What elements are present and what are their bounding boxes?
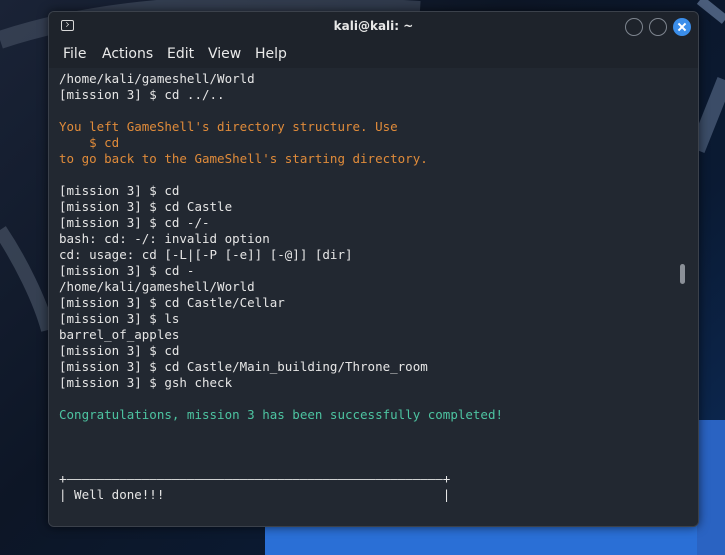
terminal-line: [mission 3] $ ls xyxy=(59,311,180,326)
menu-help[interactable]: Help xyxy=(255,46,287,62)
terminal-line: You left GameShell's directory structure… xyxy=(59,119,398,134)
terminal-window: kali@kali: ~ File Actions Edit View Help… xyxy=(48,11,699,527)
terminal-output: /home/kali/gameshell/World [mission 3] $ … xyxy=(59,71,674,503)
terminal-line: [mission 3] $ gsh check xyxy=(59,375,233,390)
window-title: kali@kali: ~ xyxy=(333,19,414,33)
menu-view[interactable]: View xyxy=(208,46,241,62)
terminal-line: +———————————————————————————————————————… xyxy=(59,471,451,486)
close-button[interactable] xyxy=(673,18,691,36)
menu-file[interactable]: File xyxy=(63,46,86,62)
terminal-line: Congratulations, mission 3 has been succ… xyxy=(59,407,504,422)
terminal-line: [mission 3] $ cd Castle/Cellar xyxy=(59,295,285,310)
terminal-line: [mission 3] $ cd Castle/Main_building/Th… xyxy=(59,359,428,374)
terminal-line: [mission 3] $ cd - xyxy=(59,263,195,278)
terminal-line: [mission 3] $ cd Castle xyxy=(59,199,233,214)
menu-bar: File Actions Edit View Help xyxy=(49,42,698,68)
terminal-line: to go back to the GameShell's starting d… xyxy=(59,151,428,166)
terminal-line: [mission 3] $ cd xyxy=(59,343,180,358)
terminal-output-area[interactable]: /home/kali/gameshell/World [mission 3] $ … xyxy=(49,68,698,526)
menu-edit[interactable]: Edit xyxy=(167,46,194,62)
terminal-line: /home/kali/gameshell/World xyxy=(59,279,255,294)
terminal-line: | Well done!!! | xyxy=(59,487,451,502)
terminal-line: cd: usage: cd [-L|[-P [-e]] [-@]] [dir] xyxy=(59,247,353,262)
terminal-line: [mission 3] $ cd xyxy=(59,183,180,198)
terminal-line: [mission 3] $ cd -/- xyxy=(59,215,210,230)
terminal-line: [mission 3] $ cd ../.. xyxy=(59,87,225,102)
menu-actions[interactable]: Actions xyxy=(102,46,153,62)
terminal-line: barrel_of_apples xyxy=(59,327,180,342)
terminal-line: $ cd xyxy=(59,135,120,150)
scrollbar-thumb[interactable] xyxy=(680,264,685,284)
minimize-button[interactable] xyxy=(625,18,643,36)
terminal-line: bash: cd: -/: invalid option xyxy=(59,231,270,246)
title-bar[interactable]: kali@kali: ~ xyxy=(49,12,698,42)
maximize-button[interactable] xyxy=(649,18,667,36)
terminal-line: /home/kali/gameshell/World xyxy=(59,71,255,86)
